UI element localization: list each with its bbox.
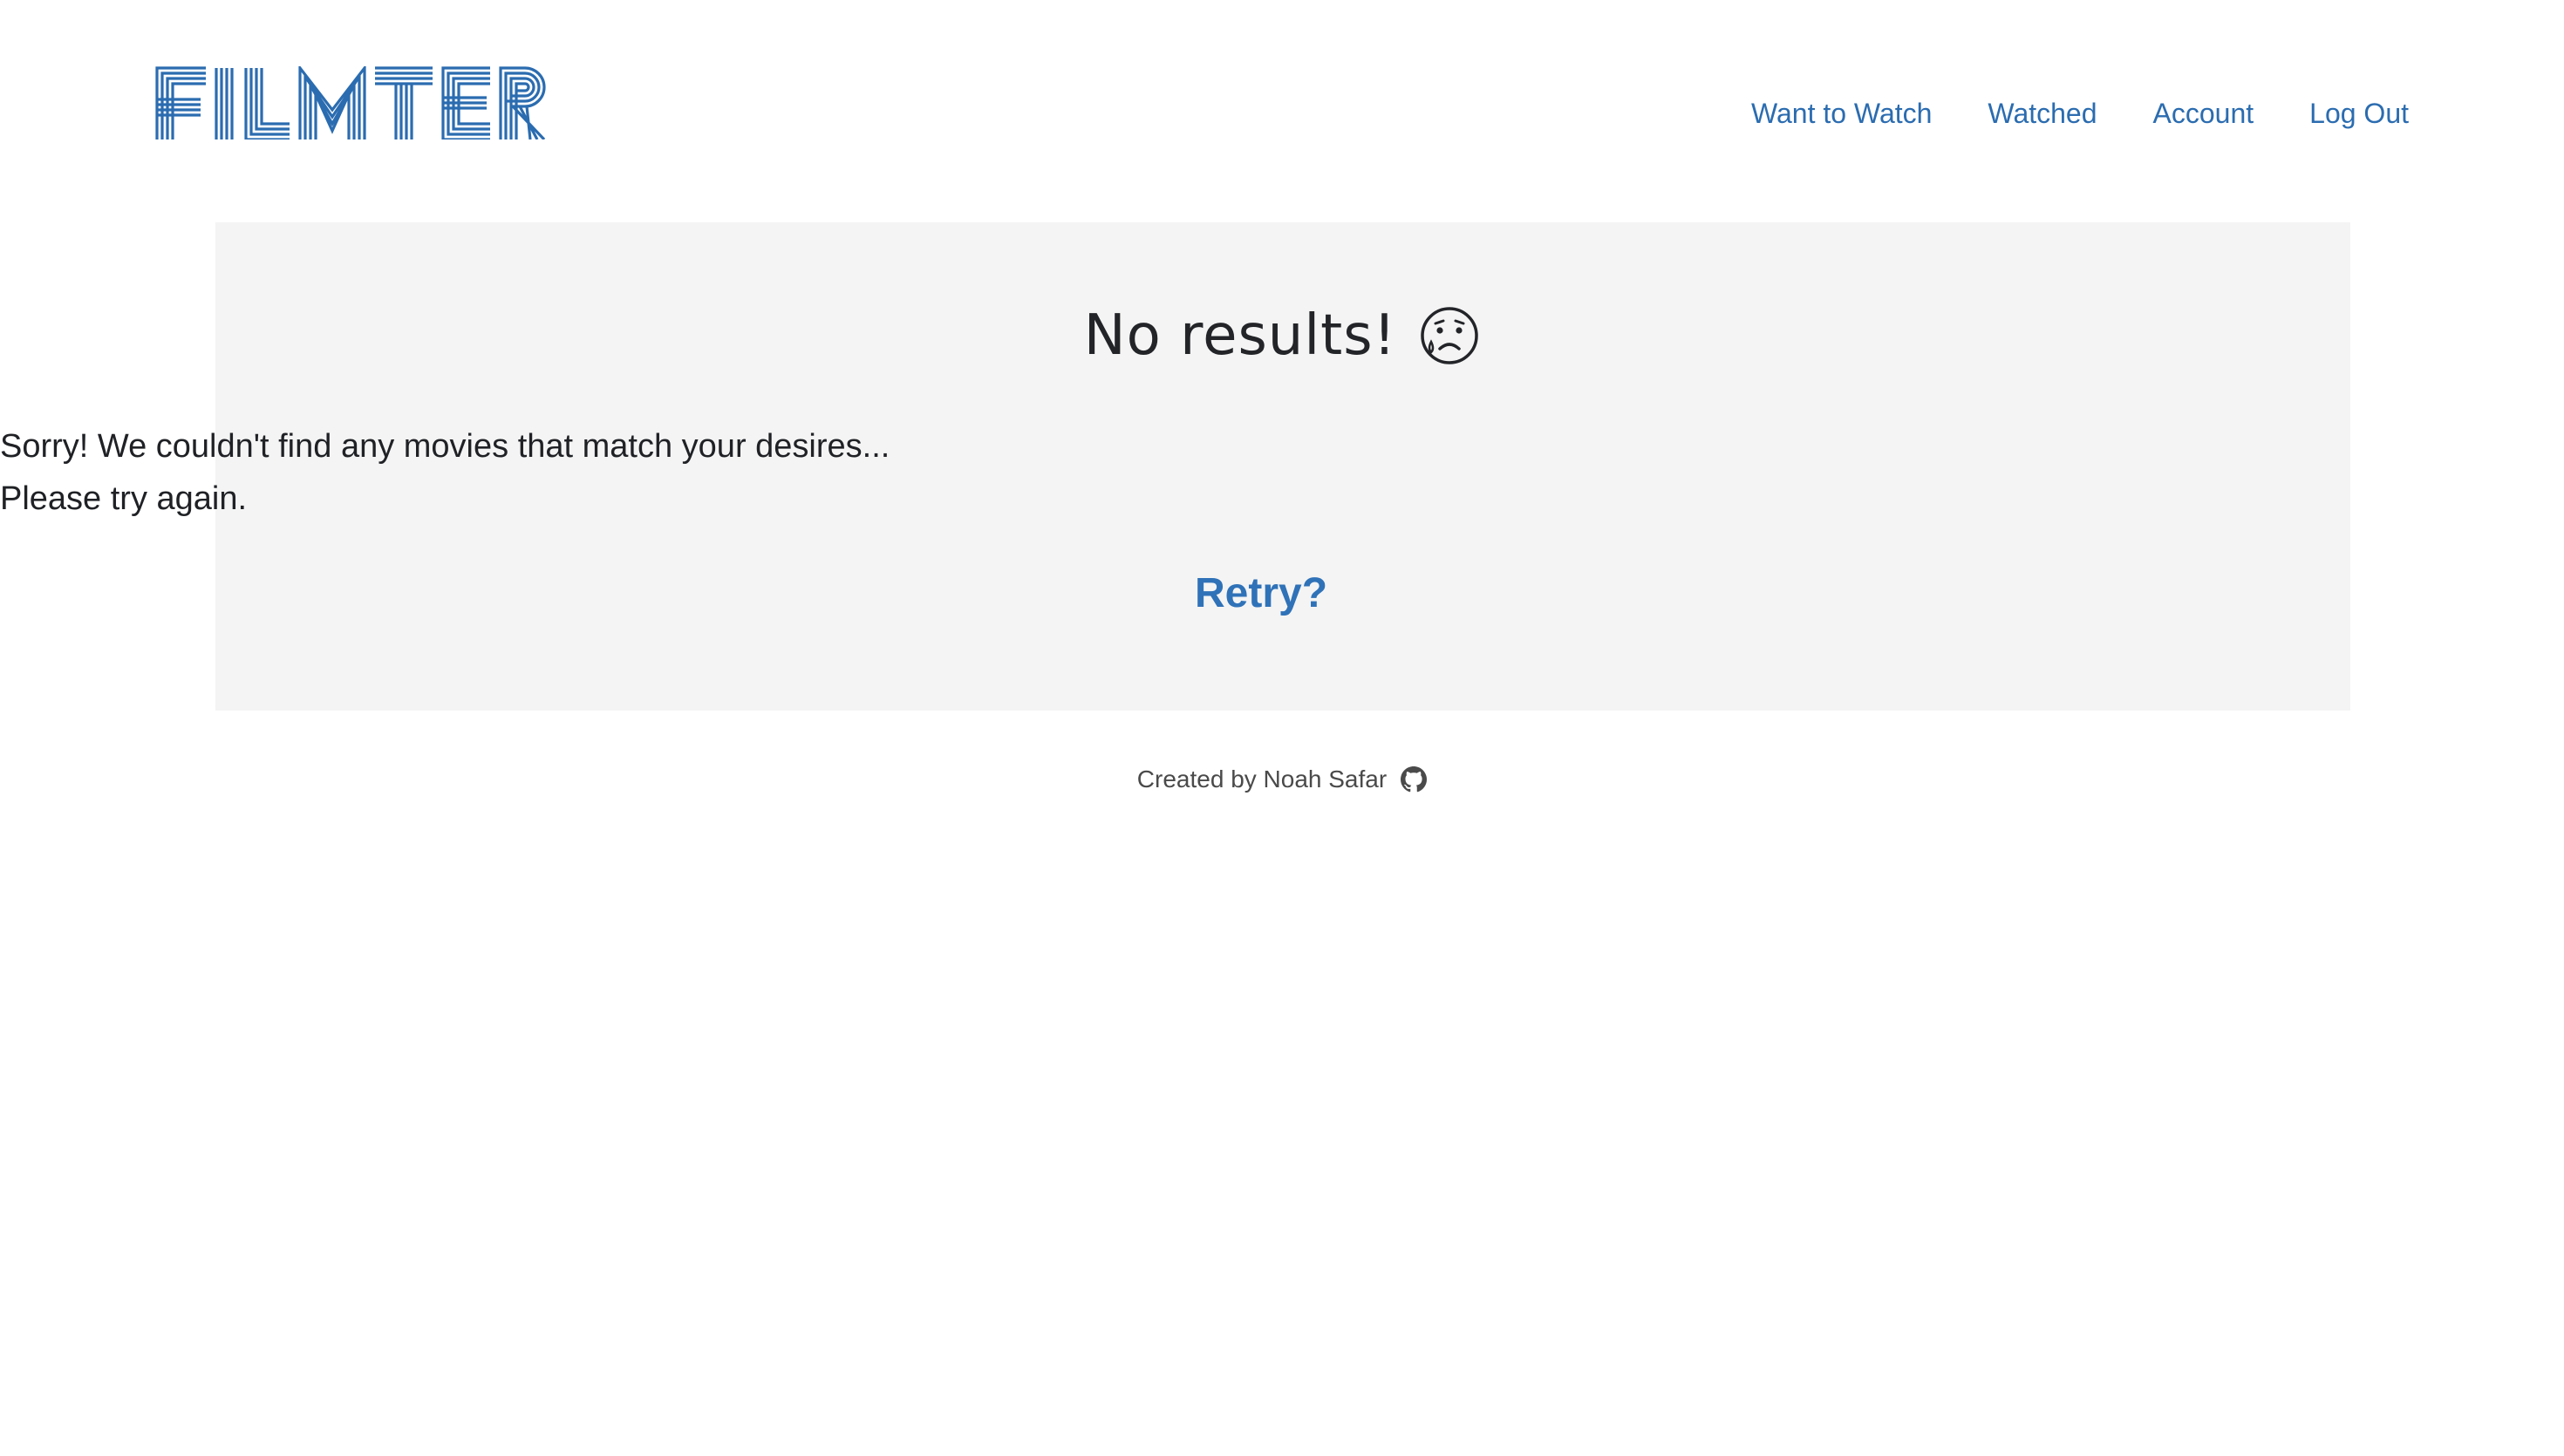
no-results-message: Sorry! We couldn't find any movies that … xyxy=(0,420,2564,525)
page: Want to Watch Watched Account Log Out No… xyxy=(0,0,2564,1456)
main-nav: Want to Watch Watched Account Log Out xyxy=(1751,91,2409,136)
no-results-message-line-2: Please try again. xyxy=(0,480,248,517)
filmter-logo xyxy=(155,66,546,139)
site-footer: Created by Noah Safar xyxy=(0,765,2564,793)
no-results-title: No results! xyxy=(0,303,2564,368)
nav-link-account[interactable]: Account xyxy=(2153,91,2254,136)
github-link[interactable] xyxy=(1401,766,1428,793)
site-header: Want to Watch Watched Account Log Out xyxy=(0,0,2564,218)
nav-link-watched[interactable]: Watched xyxy=(1988,91,2097,136)
sad-face-icon xyxy=(1421,307,1478,364)
nav-link-log-out[interactable]: Log Out xyxy=(2309,91,2409,136)
no-results-title-text: No results! xyxy=(1083,303,1397,368)
nav-link-want-to-watch[interactable]: Want to Watch xyxy=(1751,91,1932,136)
no-results-message-line-1: Sorry! We couldn't find any movies that … xyxy=(0,428,890,465)
github-icon xyxy=(1401,766,1428,793)
footer-credit: Created by Noah Safar xyxy=(1136,765,1388,793)
retry-link[interactable]: Retry? xyxy=(1195,565,1369,623)
